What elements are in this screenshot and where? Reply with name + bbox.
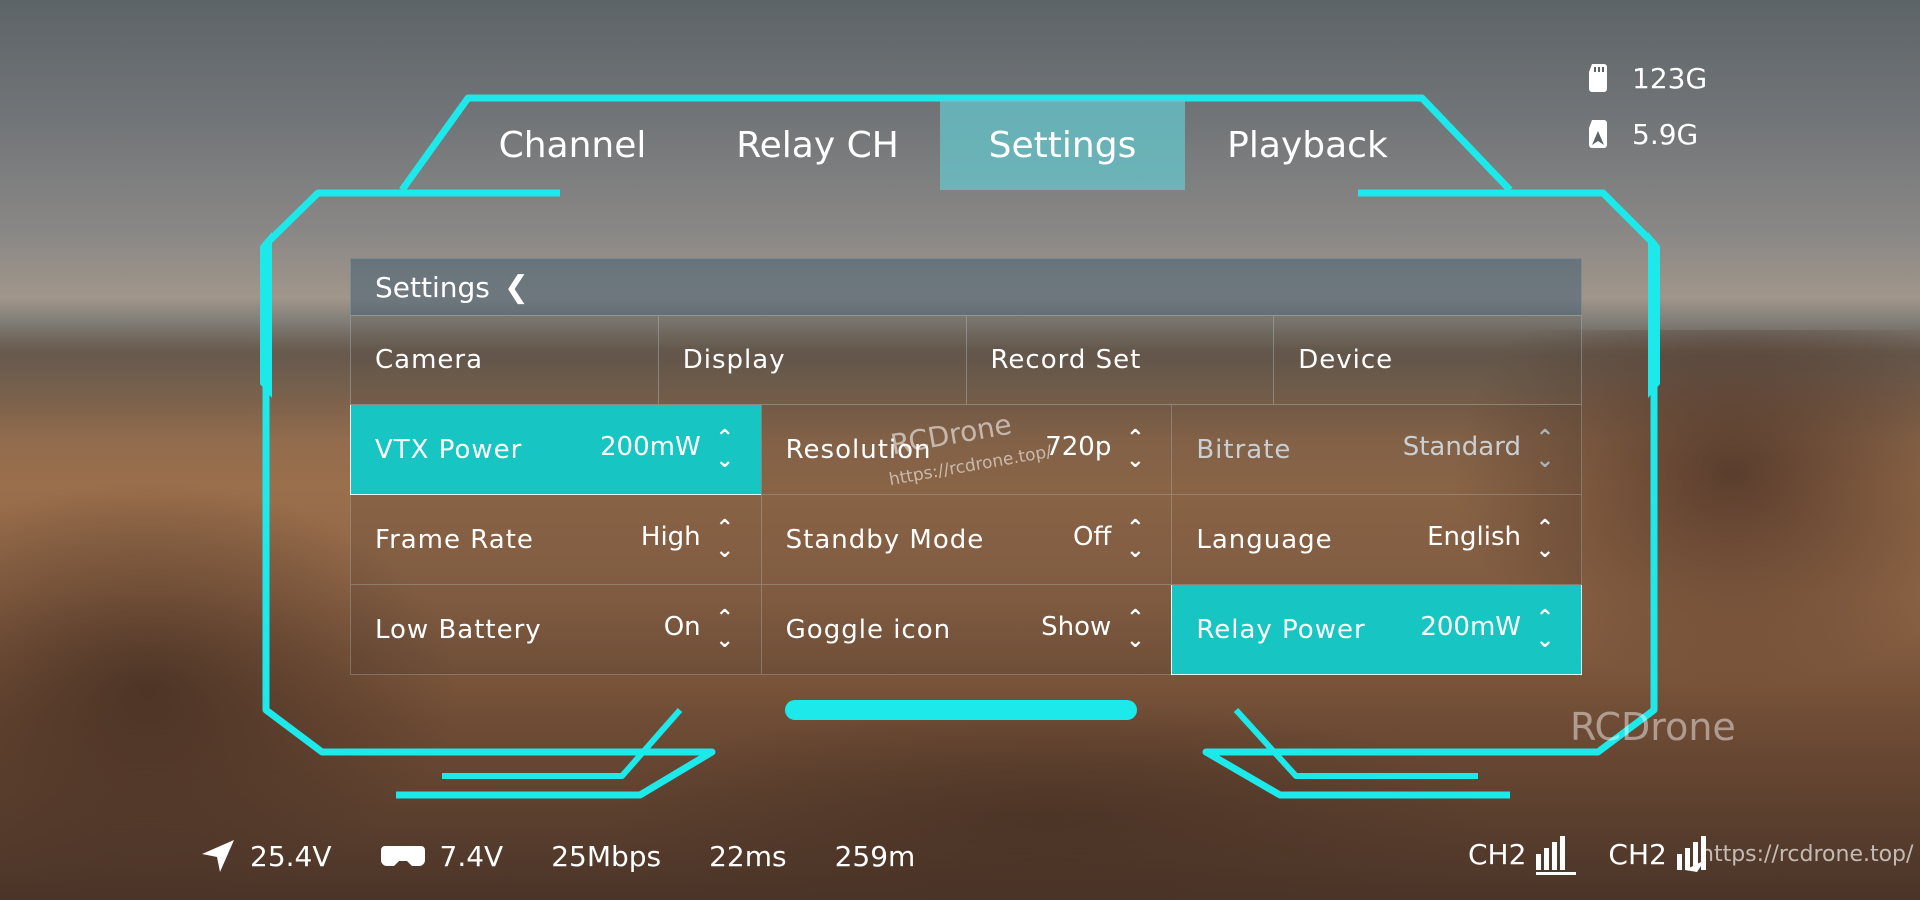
storage-info: 123G 5.9G xyxy=(1586,50,1707,162)
setting-value: 720p xyxy=(1045,431,1112,462)
bitrate-value: 25Mbps xyxy=(551,839,662,873)
navigation-arrow-icon xyxy=(202,840,234,872)
setting-frame-rate[interactable]: Frame Rate High ⌃ ⌄ xyxy=(350,495,761,585)
main-channel: CH2 xyxy=(1468,832,1578,876)
setting-vtx-power[interactable]: VTX Power 200mW ⌃ ⌄ xyxy=(350,405,761,495)
latency-value: 22ms xyxy=(709,839,787,873)
sd-card-icon xyxy=(1589,64,1607,92)
setting-value: High xyxy=(640,521,701,552)
storage-card-1-value: 123G xyxy=(1632,61,1708,95)
up-down-arrows-icon[interactable]: ⌃ ⌄ xyxy=(1123,517,1147,562)
setting-label: Goggle icon xyxy=(785,614,952,645)
chevron-left-icon[interactable]: ❮ xyxy=(504,270,529,305)
status-bar: 25.4V 7.4V 25Mbps 22ms 259m xyxy=(200,838,963,874)
setting-label: Language xyxy=(1196,524,1333,555)
setting-label: Bitrate xyxy=(1196,434,1292,465)
subtab-camera[interactable]: Camera xyxy=(350,315,658,405)
subtab-display[interactable]: Display xyxy=(657,315,966,405)
storage-card-1: 123G xyxy=(1586,50,1707,106)
up-down-arrows-icon[interactable]: ⌃ ⌄ xyxy=(713,517,737,562)
up-down-arrows-icon[interactable]: ⌃ ⌄ xyxy=(1123,607,1147,652)
setting-bitrate: Bitrate Standard ⌃ ⌄ xyxy=(1171,405,1582,495)
setting-value: Standard xyxy=(1402,431,1521,462)
tab-settings[interactable]: Settings xyxy=(940,100,1185,190)
goggle-voltage: 7.4V xyxy=(380,839,504,873)
main-tabs: Channel Relay CH Settings Playback xyxy=(450,100,1430,190)
subtab-device[interactable]: Device xyxy=(1273,315,1582,405)
tab-channel[interactable]: Channel xyxy=(450,100,695,190)
up-down-arrows-icon[interactable]: ⌃ ⌄ xyxy=(713,607,737,652)
setting-standby-mode[interactable]: Standby Mode Off ⌃ ⌄ xyxy=(760,495,1172,585)
setting-goggle-icon[interactable]: Goggle icon Show ⌃ ⌄ xyxy=(760,585,1172,675)
tab-playback[interactable]: Playback xyxy=(1185,100,1430,190)
drone-voltage-value: 25.4V xyxy=(250,839,332,873)
setting-label: Relay Power xyxy=(1196,614,1366,645)
setting-value: 200mW xyxy=(1420,611,1521,642)
sd-card-drone-icon xyxy=(1589,120,1607,148)
drone-voltage: 25.4V xyxy=(200,838,332,874)
panel-header: Settings ❮ xyxy=(350,258,1582,315)
setting-value: 200mW xyxy=(599,431,701,462)
storage-card-2: 5.9G xyxy=(1586,106,1707,162)
distance-readout: 259m xyxy=(835,840,916,873)
watermark-url: https://rcdrone.top/ xyxy=(1700,842,1914,867)
distance-value: 259m xyxy=(834,839,916,873)
setting-label: VTX Power xyxy=(375,434,523,465)
setting-value: Show xyxy=(1041,611,1112,642)
signal-strength-icon xyxy=(1536,836,1577,875)
subtab-record-set[interactable]: Record Set xyxy=(965,315,1274,405)
setting-value: Off xyxy=(1072,521,1112,552)
up-down-arrows-icon: ⌃ ⌄ xyxy=(1535,425,1555,473)
setting-language[interactable]: Language English ⌃ ⌄ xyxy=(1171,495,1582,585)
latency-readout: 22ms xyxy=(709,840,787,873)
storage-card-2-value: 5.9G xyxy=(1632,117,1699,151)
up-down-arrows-icon[interactable]: ⌃ ⌄ xyxy=(1123,427,1147,472)
panel-title: Settings xyxy=(375,270,490,304)
up-down-arrows-icon[interactable]: ⌃ ⌄ xyxy=(713,427,737,472)
relay-channel-label: CH2 xyxy=(1608,837,1667,871)
up-down-arrows-icon[interactable]: ⌃ ⌄ xyxy=(1533,607,1557,652)
setting-value: On xyxy=(663,611,701,642)
setting-label: Standby Mode xyxy=(785,524,985,555)
setting-value: English xyxy=(1427,521,1521,552)
setting-label: Frame Rate xyxy=(375,524,534,555)
settings-subtabs: Camera Display Record Set Device xyxy=(350,315,1582,405)
setting-relay-power[interactable]: Relay Power 200mW ⌃ ⌄ xyxy=(1171,585,1582,675)
goggle-voltage-value: 7.4V xyxy=(439,839,504,873)
up-down-arrows-icon[interactable]: ⌃ ⌄ xyxy=(1533,517,1557,562)
watermark-brand: RCDrone xyxy=(1570,705,1736,749)
setting-label: Low Battery xyxy=(375,614,542,645)
goggles-icon xyxy=(380,846,425,866)
bitrate-readout: 25Mbps xyxy=(551,840,661,873)
main-channel-label: CH2 xyxy=(1468,837,1527,871)
setting-low-battery[interactable]: Low Battery On ⌃ ⌄ xyxy=(350,585,761,675)
tab-relay-ch[interactable]: Relay CH xyxy=(695,100,940,190)
